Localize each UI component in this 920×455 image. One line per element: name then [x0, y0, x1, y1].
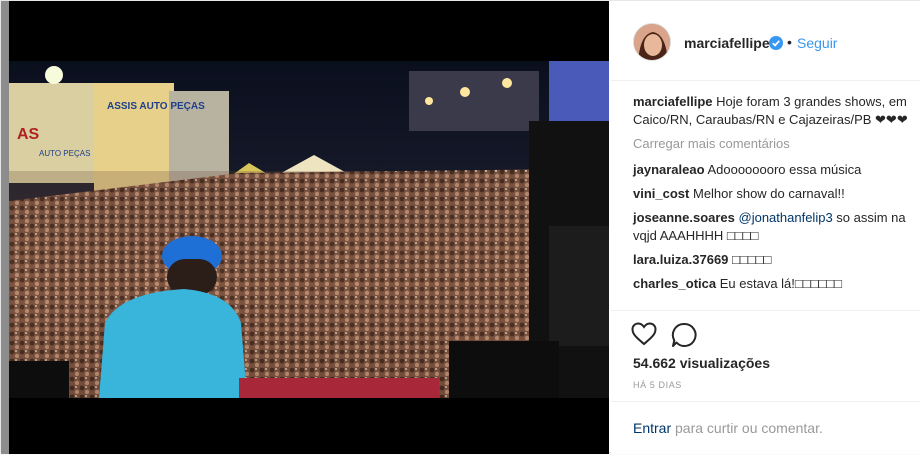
login-link[interactable]: Entrar	[633, 420, 671, 436]
verified-badge-icon	[769, 36, 783, 50]
comment-item: lara.luiza.37669 □□□□□	[633, 251, 915, 269]
comment-text: Eu estava lá!□□□□□□	[719, 276, 843, 291]
instagram-post-window: AS ASSIS AUTO PEÇAS AUTO PEÇAS marciafel…	[0, 0, 920, 454]
login-footer: Entrar para curtir ou comentar.	[611, 401, 920, 455]
comment-item: vini_cost Melhor show do carnaval!!	[633, 185, 915, 203]
comment-text: Melhor show do carnaval!!	[692, 186, 845, 201]
comment-username[interactable]: vini_cost	[633, 186, 689, 201]
sign-store-small: AUTO PEÇAS	[39, 149, 90, 158]
comment-mention[interactable]: @jonathanfelip3	[739, 210, 833, 225]
login-text: para curtir ou comentar.	[671, 420, 823, 436]
comment-item: charles_otica Eu estava lá!□□□□□□	[633, 275, 915, 293]
login-prompt: Entrar para curtir ou comentar.	[633, 420, 823, 436]
load-more-comments[interactable]: Carregar mais comentários	[633, 135, 915, 153]
follow-button[interactable]: Seguir	[797, 35, 837, 51]
view-count[interactable]: 54.662 visualizações	[633, 355, 770, 371]
post-actions: 54.662 visualizações HÁ 5 DIAS	[611, 310, 920, 411]
comments-list: marciafellipe Hoje foram 3 grandes shows…	[633, 93, 915, 299]
comment-username[interactable]: joseanne.soares	[633, 210, 735, 225]
caption-username[interactable]: marciafellipe	[633, 94, 713, 109]
concert-photo: AS ASSIS AUTO PEÇAS AUTO PEÇAS	[9, 61, 609, 398]
page-edge	[1, 1, 9, 454]
comment-username[interactable]: charles_otica	[633, 276, 716, 291]
sign-store: ASSIS AUTO PEÇAS	[107, 101, 205, 112]
post-date[interactable]: HÁ 5 DIAS	[633, 380, 682, 390]
caption: marciafellipe Hoje foram 3 grandes shows…	[633, 93, 915, 129]
comment-username[interactable]: jaynaraleao	[633, 162, 705, 177]
comment-username[interactable]: lara.luiza.37669	[633, 252, 728, 267]
separator-dot: •	[787, 34, 792, 50]
avatar[interactable]	[633, 23, 671, 61]
post-media[interactable]: AS ASSIS AUTO PEÇAS AUTO PEÇAS	[9, 1, 609, 454]
post-header: marciafellipe • Seguir	[611, 1, 920, 81]
comment-text: Adoooooooro essa música	[707, 162, 862, 177]
post-sidebar: marciafellipe • Seguir marciafellipe Hoj…	[611, 1, 920, 454]
heart-icon[interactable]	[631, 322, 657, 346]
sign-left: AS	[17, 126, 40, 143]
comment-item: jaynaraleao Adoooooooro essa música	[633, 161, 915, 179]
comment-text: □□□□□	[732, 252, 772, 267]
username[interactable]: marciafellipe	[684, 35, 770, 51]
comment-item: joseanne.soares @jonathanfelip3 so assim…	[633, 209, 915, 245]
comment-icon[interactable]	[671, 322, 697, 348]
